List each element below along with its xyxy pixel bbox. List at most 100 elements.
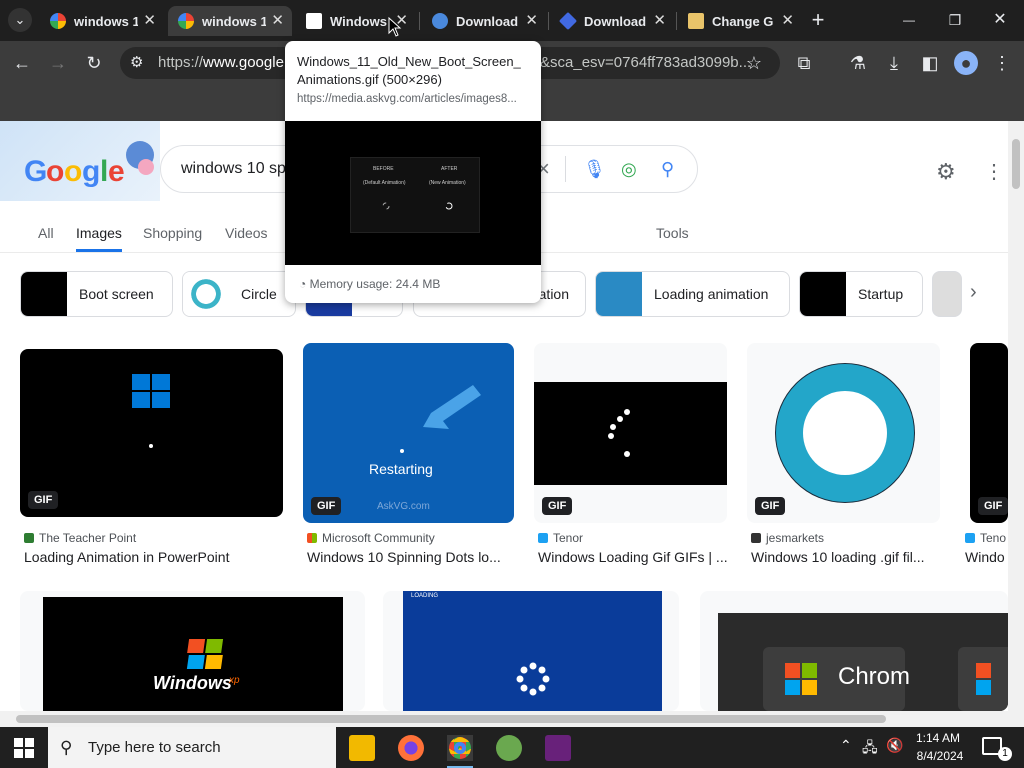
loading-label: LOADING: [411, 593, 439, 599]
tab-videos[interactable]: Videos: [225, 225, 268, 241]
paint-icon[interactable]: [496, 735, 522, 761]
gif-badge: GIF: [755, 497, 786, 515]
hover-card-url: https://media.askvg.com/articles/images8…: [297, 93, 517, 105]
url-host: www.google.c: [203, 54, 296, 71]
result-source[interactable]: jesmarkets: [751, 531, 824, 545]
download-icon[interactable]: ⤓: [882, 51, 906, 75]
result-image-2[interactable]: Restarting AskVG.com GIF: [303, 343, 514, 523]
bookmark-star-icon[interactable]: ☆: [742, 51, 766, 75]
voice-search-mic-icon[interactable]: 🎙: [583, 146, 606, 192]
taskbar-search-icon: ⚲: [60, 738, 73, 757]
result-image-6[interactable]: Windows xp: [20, 591, 365, 711]
tab-close-icon[interactable]: ✕: [653, 11, 666, 29]
menu-kebab-icon[interactable]: ⋮: [990, 51, 1014, 75]
reload-icon[interactable]: ↻: [82, 51, 106, 75]
google-favicon-icon: [50, 13, 66, 29]
chip-partial[interactable]: [932, 271, 962, 317]
result-image-8[interactable]: Chrom: [700, 591, 1008, 711]
back-arrow-icon[interactable]: ←: [10, 51, 34, 75]
gif-badge: GIF: [978, 497, 1008, 515]
tray-chevron-icon[interactable]: ⌃: [840, 737, 852, 754]
site-info-icon[interactable]: ⚙: [130, 47, 143, 79]
tab-all[interactable]: All: [38, 225, 54, 241]
result-image-4[interactable]: GIF: [747, 343, 940, 523]
windows-start-icon[interactable]: [12, 736, 36, 760]
labs-flask-icon[interactable]: ⚗: [846, 51, 870, 75]
maximize-button[interactable]: ❐: [943, 8, 967, 32]
result-title[interactable]: Windows 10 Spinning Dots lo...: [307, 549, 512, 565]
tab-shopping[interactable]: Shopping: [143, 225, 202, 241]
google-lens-icon[interactable]: ◎: [621, 146, 637, 192]
tab-title: Windows: [330, 13, 387, 29]
google-favicon-icon: [178, 13, 194, 29]
forward-arrow-icon[interactable]: →: [46, 51, 70, 75]
result-title[interactable]: Windo: [965, 549, 1008, 565]
new-tab-button[interactable]: +: [806, 8, 830, 32]
vertical-scroll-thumb[interactable]: [1012, 139, 1020, 189]
result-title[interactable]: Loading Animation in PowerPoint: [24, 549, 284, 565]
minimize-button[interactable]: —: [897, 8, 921, 32]
hover-card-title: Windows_11_Old_New_Boot_Screen_Animation…: [297, 54, 521, 87]
settings-gear-icon[interactable]: ⚙: [936, 159, 956, 185]
tab-download-2[interactable]: Download ✕: [550, 6, 674, 36]
tab-change-g[interactable]: Change G ✕: [678, 6, 802, 36]
side-panel-icon[interactable]: ◧: [918, 51, 942, 75]
horizontal-scroll-thumb[interactable]: [16, 715, 886, 723]
chrome-taskbar-icon[interactable]: [447, 735, 473, 761]
result-image-5[interactable]: GIF: [970, 343, 1008, 523]
globe-favicon-icon: [432, 13, 448, 29]
tab-close-icon[interactable]: ✕: [525, 11, 538, 29]
extensions-icon[interactable]: ⧉: [792, 51, 816, 75]
profile-avatar-icon[interactable]: ●: [954, 51, 978, 75]
chip-loading-animation[interactable]: Loading animation: [595, 271, 790, 317]
tab-download-1[interactable]: Download ✕: [422, 6, 546, 36]
tab-close-icon[interactable]: ✕: [143, 11, 156, 29]
clock-time[interactable]: 1:14 AM: [915, 731, 961, 745]
result-source[interactable]: Tenor: [538, 531, 583, 545]
taskbar-search-input[interactable]: ⚲ Type here to search: [48, 727, 336, 768]
askvg-favicon-icon: [306, 13, 322, 29]
apps-grid-icon[interactable]: ⋮⋮: [984, 159, 1008, 184]
network-icon[interactable]: 🖧: [862, 737, 878, 761]
search-magnifier-icon[interactable]: ⚲: [661, 146, 674, 192]
volume-muted-icon[interactable]: 🔇: [886, 737, 903, 754]
tab-title: Change G: [712, 13, 774, 29]
chip-boot-screen[interactable]: Boot screen: [20, 271, 173, 317]
svg-text:o: o: [46, 155, 64, 188]
clock-date[interactable]: 8/4/2024: [912, 749, 968, 763]
result-image-1[interactable]: GIF: [20, 349, 283, 517]
hover-card-preview: BEFORE (Default Animation) AFTER (New An…: [285, 121, 541, 265]
chip-startup[interactable]: Startup: [799, 271, 923, 317]
vertical-scrollbar[interactable]: [1008, 121, 1024, 727]
gif-badge: GIF: [28, 491, 59, 509]
firefox-icon[interactable]: [398, 735, 424, 761]
result-title[interactable]: Windows Loading Gif GIFs | ...: [538, 549, 728, 565]
tools-button[interactable]: Tools: [656, 225, 689, 241]
tab-close-icon[interactable]: ✕: [781, 11, 794, 29]
chips-next-chevron-icon[interactable]: ›: [970, 281, 977, 304]
notification-count-badge: 1: [998, 747, 1012, 761]
tab-images[interactable]: Images: [76, 225, 122, 252]
svg-text:G: G: [24, 155, 47, 188]
tab-close-icon[interactable]: ✕: [271, 11, 284, 29]
tab-windows-1[interactable]: windows 1 ✕: [40, 6, 164, 36]
result-source[interactable]: Teno: [965, 531, 1006, 545]
close-window-button[interactable]: ✕: [988, 8, 1012, 32]
horizontal-scrollbar[interactable]: [0, 711, 1008, 727]
result-source[interactable]: The Teacher Point: [24, 531, 136, 545]
result-title[interactable]: Windows 10 loading .gif fil...: [751, 549, 941, 565]
chip-circle[interactable]: Circle: [182, 271, 296, 317]
image-caption-restarting: Restarting: [369, 461, 433, 477]
visual-studio-icon[interactable]: [545, 735, 571, 761]
tab-search-chevron-icon[interactable]: ⌄: [8, 8, 32, 32]
tab-windows-2[interactable]: windows 1 ✕: [168, 6, 292, 36]
svg-text:e: e: [108, 155, 125, 188]
result-image-7[interactable]: LOADING: [383, 591, 679, 711]
result-source[interactable]: Microsoft Community: [307, 531, 435, 545]
tab-hover-card: Windows_11_Old_New_Boot_Screen_Animation…: [285, 41, 541, 303]
google-doodle-logo[interactable]: G o o g l e: [0, 121, 160, 201]
result-image-3[interactable]: GIF: [534, 343, 727, 523]
chrome-label: Chrom: [838, 663, 911, 690]
tab-title: windows 1: [74, 13, 138, 29]
file-explorer-icon[interactable]: [349, 735, 375, 761]
